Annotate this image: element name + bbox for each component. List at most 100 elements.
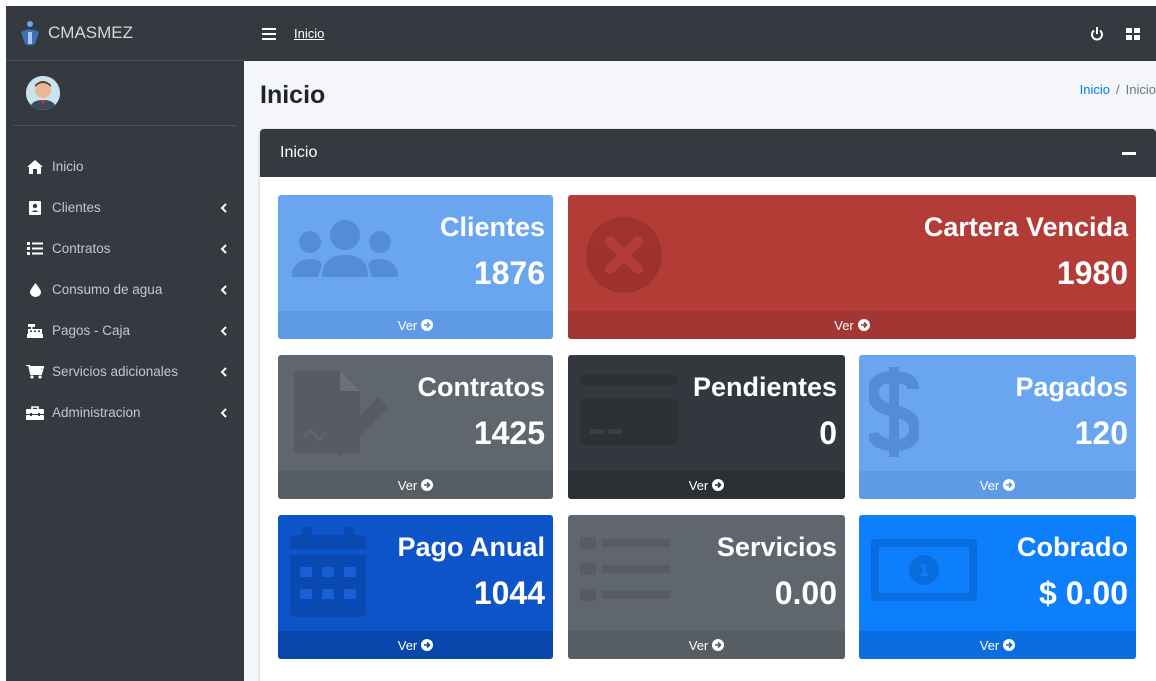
content-wrapper: Inicio Inicio / Inicio Inicio Clientes 187… bbox=[244, 61, 1156, 681]
home-icon bbox=[26, 158, 44, 176]
toolbox-icon bbox=[26, 404, 44, 422]
sidebar-nav: Inicio Clientes Contratos Consumo de agu… bbox=[6, 126, 244, 433]
box-value: 1876 bbox=[473, 255, 545, 291]
chevron-left-icon bbox=[218, 202, 228, 213]
box-value: 120 bbox=[1074, 415, 1128, 451]
card-title: Inicio bbox=[280, 144, 318, 161]
small-box-cobrado: 1 Cobrado $ 0.00 Ver bbox=[859, 515, 1136, 659]
small-box-pago-anual: Pago Anual 1044 Ver bbox=[278, 515, 553, 659]
box-title: Contratos bbox=[417, 372, 546, 402]
footer-label: Ver bbox=[688, 637, 709, 653]
breadcrumb-current: Inicio bbox=[1125, 82, 1156, 97]
box-value: 1425 bbox=[473, 415, 545, 451]
top-nav-inicio-link[interactable]: Inicio bbox=[294, 26, 324, 41]
footer-label: Ver bbox=[834, 317, 854, 333]
small-box-pendientes: Pendientes 0 Ver bbox=[568, 355, 845, 499]
small-box-pagados: Pagados 120 Ver bbox=[859, 355, 1136, 499]
chevron-left-icon bbox=[218, 325, 228, 336]
chevron-left-icon bbox=[218, 366, 228, 377]
avatar[interactable] bbox=[26, 76, 60, 110]
small-box-contratos: Contratos 1425 Ver bbox=[278, 355, 553, 499]
box-title: Pendientes bbox=[692, 372, 837, 402]
address-book-icon bbox=[26, 199, 44, 217]
sidebar-item-pagos-caja[interactable]: Pagos - Caja bbox=[6, 310, 244, 351]
box-title: Servicios bbox=[716, 532, 837, 562]
footer-label: Ver bbox=[979, 637, 1000, 653]
power-off-icon[interactable] bbox=[1090, 26, 1104, 41]
breadcrumb: Inicio / Inicio bbox=[1080, 82, 1156, 97]
box-value: $ 0.00 bbox=[1039, 575, 1128, 611]
box-footer-ver-link[interactable]: Ver bbox=[278, 311, 553, 339]
breadcrumb-separator: / bbox=[1116, 82, 1120, 97]
dollar-sign-icon bbox=[866, 367, 922, 462]
box-value: 1044 bbox=[473, 575, 545, 611]
card-header: Inicio bbox=[260, 129, 1156, 177]
sidebar: CMASMEZ Inicio Clientes Contratos Consum… bbox=[6, 6, 244, 681]
user-panel[interactable] bbox=[14, 61, 236, 126]
arrow-circle-right-icon bbox=[712, 639, 725, 651]
list-alt-icon bbox=[580, 537, 670, 608]
file-signature-icon bbox=[290, 367, 390, 462]
chevron-left-icon bbox=[218, 407, 228, 418]
box-title: Cobrado bbox=[1017, 532, 1128, 562]
arrow-circle-right-icon bbox=[1003, 639, 1016, 651]
sidebar-item-label: Servicios adicionales bbox=[52, 364, 179, 379]
sidebar-item-label: Clientes bbox=[52, 200, 101, 215]
calendar-icon bbox=[290, 527, 366, 622]
box-title: Pagados bbox=[1015, 372, 1128, 402]
arrow-circle-right-icon bbox=[1003, 479, 1016, 491]
sidebar-item-label: Inicio bbox=[52, 159, 84, 174]
hamburger-menu-icon[interactable] bbox=[262, 27, 276, 41]
footer-label: Ver bbox=[397, 477, 418, 493]
collapse-minus-icon[interactable] bbox=[1122, 151, 1136, 155]
arrow-circle-right-icon bbox=[712, 479, 725, 491]
footer-label: Ver bbox=[688, 477, 709, 493]
footer-label: Ver bbox=[397, 317, 418, 333]
sidebar-item-servicios-adicionales[interactable]: Servicios adicionales bbox=[6, 351, 244, 392]
sidebar-item-clientes[interactable]: Clientes bbox=[6, 187, 244, 228]
box-footer-ver-link[interactable]: Ver bbox=[568, 471, 845, 499]
box-title: Cartera Vencida bbox=[923, 212, 1128, 242]
sidebar-item-consumo-de-agua[interactable]: Consumo de agua bbox=[6, 269, 244, 310]
box-footer-ver-link[interactable]: Ver bbox=[568, 631, 845, 659]
grid-icon[interactable] bbox=[1126, 27, 1140, 41]
money-bill-icon: 1 bbox=[871, 539, 977, 606]
box-footer-ver-link[interactable]: Ver bbox=[278, 471, 553, 499]
arrow-circle-right-icon bbox=[857, 319, 870, 331]
sidebar-item-contratos[interactable]: Contratos bbox=[6, 228, 244, 269]
brand-text: CMASMEZ bbox=[48, 23, 133, 42]
small-box-clientes: Clientes 1876 Ver bbox=[278, 195, 553, 339]
top-navbar: Inicio bbox=[244, 6, 1156, 61]
chevron-left-icon bbox=[218, 284, 228, 295]
sidebar-item-administracion[interactable]: Administracion bbox=[6, 392, 244, 433]
sidebar-item-label: Administracion bbox=[52, 405, 141, 420]
list-icon bbox=[26, 240, 44, 258]
top-right-actions bbox=[1090, 26, 1140, 41]
chevron-left-icon bbox=[218, 243, 228, 254]
users-icon bbox=[290, 217, 400, 282]
brand-logo-icon bbox=[18, 18, 42, 48]
box-value: 0.00 bbox=[774, 575, 837, 611]
arrow-circle-right-icon bbox=[421, 639, 434, 651]
cash-register-icon bbox=[26, 322, 44, 340]
arrow-circle-right-icon bbox=[421, 319, 434, 331]
box-footer-ver-link[interactable]: Ver bbox=[859, 471, 1136, 499]
box-footer-ver-link[interactable]: Ver bbox=[859, 631, 1136, 659]
box-footer-ver-link[interactable]: Ver bbox=[278, 631, 553, 659]
box-title: Pago Anual bbox=[397, 532, 545, 562]
dashboard-card: Inicio Clientes 1876 Ver Cartera Vencida… bbox=[260, 129, 1156, 681]
cart-icon bbox=[26, 363, 44, 381]
small-box-servicios: Servicios 0.00 Ver bbox=[568, 515, 845, 659]
small-box-cartera-vencida: Cartera Vencida 1980 Ver bbox=[568, 195, 1136, 339]
arrow-circle-right-icon bbox=[421, 479, 434, 491]
breadcrumb-link-inicio[interactable]: Inicio bbox=[1080, 82, 1110, 97]
sidebar-item-label: Pagos - Caja bbox=[52, 323, 131, 338]
box-value: 1980 bbox=[1056, 255, 1128, 291]
box-value: 0 bbox=[819, 415, 837, 451]
box-footer-ver-link[interactable]: Ver bbox=[568, 311, 1136, 339]
sidebar-item-inicio[interactable]: Inicio bbox=[6, 146, 244, 187]
footer-label: Ver bbox=[397, 637, 418, 653]
page-title: Inicio bbox=[260, 81, 326, 109]
sidebar-item-label: Consumo de agua bbox=[52, 282, 163, 297]
brand-link[interactable]: CMASMEZ bbox=[6, 6, 244, 61]
